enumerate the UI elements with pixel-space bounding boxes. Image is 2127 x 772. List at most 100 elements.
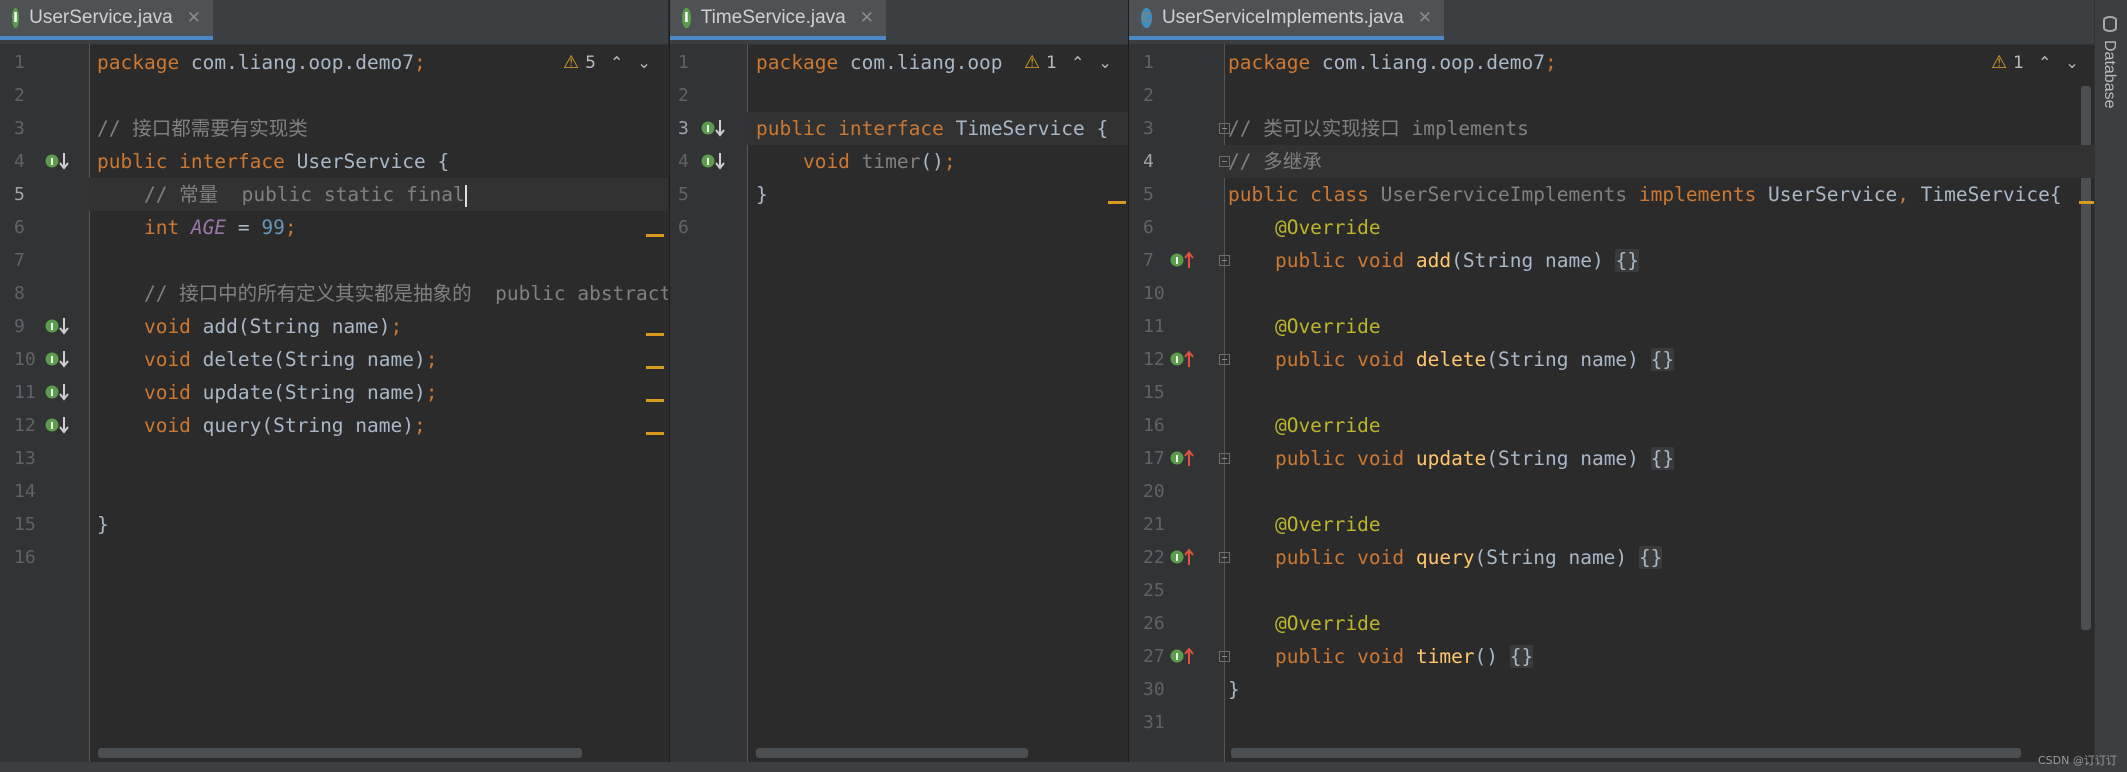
warning-stripe-mark[interactable]: [646, 333, 664, 336]
code-line[interactable]: public void update(String name) {}: [1228, 442, 1675, 475]
horizontal-scrollbar[interactable]: [1231, 748, 2021, 758]
database-tool-label[interactable]: Database: [2100, 40, 2118, 109]
override-icon[interactable]: I: [1169, 347, 1197, 371]
code-line[interactable]: // 类可以实现接口 implements: [1228, 112, 1529, 145]
code-line[interactable]: void add(String name);: [97, 310, 402, 343]
code-token: (String name): [1451, 249, 1616, 272]
close-icon[interactable]: ✕: [187, 8, 201, 28]
implemented-icon[interactable]: I: [44, 347, 72, 371]
warning-icon: ⚠: [1991, 52, 2008, 73]
warning-indicator[interactable]: ⚠ 1 ⌃ ⌄: [1024, 52, 1112, 73]
warning-stripe-mark[interactable]: [646, 399, 664, 402]
override-icon[interactable]: I: [1169, 644, 1197, 668]
chevron-down-icon[interactable]: ⌄: [1098, 53, 1111, 72]
code-line[interactable]: @Override: [1228, 508, 1381, 541]
code-token: public void: [1228, 447, 1416, 470]
warning-stripe-mark[interactable]: [646, 234, 664, 237]
implemented-icon[interactable]: I: [44, 314, 72, 338]
horizontal-scrollbar[interactable]: [756, 748, 1028, 758]
code-line[interactable]: public void timer() {}: [1228, 640, 1534, 673]
override-icon[interactable]: I: [1169, 545, 1197, 569]
code-line[interactable]: }: [756, 178, 768, 211]
database-icon[interactable]: [2103, 16, 2117, 32]
tab-timeservice[interactable]: I TimeService.java ✕: [670, 0, 886, 40]
code-line[interactable]: // 常量 public static final: [97, 178, 467, 211]
code-token: void: [97, 315, 203, 338]
editor-pane-userservice[interactable]: I UserService.java ✕ ⚠ 5 ⌃ ⌄ 1 package co…: [0, 0, 668, 772]
line-number: 5: [678, 184, 689, 205]
override-icon[interactable]: I: [1169, 446, 1197, 470]
warning-stripe-mark[interactable]: [2079, 201, 2095, 204]
code-line[interactable]: void update(String name);: [97, 376, 438, 409]
warning-stripe-mark[interactable]: [646, 432, 664, 435]
warning-stripe-mark[interactable]: [646, 366, 664, 369]
svg-text:I: I: [50, 157, 54, 168]
line-number: 16: [1143, 415, 1165, 436]
code-token: =: [226, 216, 262, 239]
chevron-up-icon[interactable]: ⌃: [1071, 53, 1084, 72]
code-line[interactable]: public interface TimeService {: [756, 112, 1108, 145]
code-line[interactable]: public void query(String name) {}: [1228, 541, 1663, 574]
line-number: 2: [1143, 85, 1154, 106]
implemented-icon[interactable]: I: [44, 380, 72, 404]
warning-indicator[interactable]: ⚠ 1 ⌃ ⌄: [1991, 52, 2079, 73]
code-token: void: [97, 381, 203, 404]
code-token: public void: [1228, 348, 1416, 371]
code-token: ,: [1897, 183, 1921, 206]
code-line[interactable]: // 接口中的所有定义其实都是抽象的 public abstract: [97, 277, 668, 310]
code-line[interactable]: @Override: [1228, 607, 1381, 640]
code-line[interactable]: // 接口都需要有实现类: [97, 112, 308, 145]
code-line[interactable]: int AGE = 99;: [97, 211, 297, 244]
editor-pane-timeservice[interactable]: I TimeService.java ✕ ⚠ 1 ⌃ ⌄ 1 package co…: [669, 0, 1128, 772]
code-line[interactable]: public void add(String name) {}: [1228, 244, 1639, 277]
implemented-icon[interactable]: I: [700, 116, 728, 140]
code-line[interactable]: public void delete(String name) {}: [1228, 343, 1675, 376]
code-token: }: [1228, 678, 1240, 701]
warning-indicator[interactable]: ⚠ 5 ⌃ ⌄: [563, 52, 651, 73]
chevron-down-icon[interactable]: ⌄: [637, 53, 650, 72]
code-line[interactable]: package com.liang.oop.demo7;: [1228, 46, 1557, 79]
code-token: ;: [425, 348, 438, 371]
implemented-icon[interactable]: I: [700, 149, 728, 173]
code-line[interactable]: @Override: [1228, 409, 1381, 442]
warning-stripe-mark[interactable]: [1108, 201, 1126, 204]
interface-icon: I: [12, 8, 20, 28]
code-line[interactable]: void timer();: [756, 145, 956, 178]
line-number: 2: [678, 85, 689, 106]
code-token: timer: [861, 150, 921, 173]
line-number: 15: [1143, 382, 1165, 403]
code-line[interactable]: @Override: [1228, 310, 1381, 343]
code-line[interactable]: void query(String name);: [97, 409, 426, 442]
code-line[interactable]: package com.liang.oop.demo7;: [97, 46, 426, 79]
close-icon[interactable]: ✕: [860, 8, 874, 28]
svg-text:I: I: [1175, 652, 1179, 663]
tab-userserviceimplements[interactable]: C UserServiceImplements.java ✕: [1129, 0, 1444, 40]
code-line[interactable]: }: [1228, 673, 1240, 706]
line-number: 30: [1143, 679, 1165, 700]
tab-label: TimeService.java: [700, 7, 846, 28]
chevron-down-icon[interactable]: ⌄: [2065, 53, 2078, 72]
code-line[interactable]: public interface UserService {: [97, 145, 449, 178]
tab-userservice[interactable]: I UserService.java ✕: [0, 0, 213, 40]
code-token: public interface: [756, 117, 956, 140]
code-token: UserService: [1768, 183, 1898, 206]
horizontal-scrollbar[interactable]: [98, 748, 582, 758]
override-icon[interactable]: I: [1169, 248, 1197, 272]
chevron-up-icon[interactable]: ⌃: [610, 53, 623, 72]
code-token: (String name): [1474, 546, 1639, 569]
implemented-icon[interactable]: I: [44, 149, 72, 173]
implemented-icon[interactable]: I: [44, 413, 72, 437]
line-number: 8: [14, 283, 25, 304]
code-line[interactable]: package com.liang.oop: [756, 46, 1003, 79]
line-number: 25: [1143, 580, 1165, 601]
code-line[interactable]: void delete(String name);: [97, 343, 438, 376]
watermark: CSDN @订订订: [2038, 754, 2117, 767]
code-line[interactable]: // 多继承: [1228, 145, 1322, 178]
code-line[interactable]: public class UserServiceImplements imple…: [1228, 178, 2062, 211]
code-line[interactable]: @Override: [1228, 211, 1381, 244]
chevron-up-icon[interactable]: ⌃: [2038, 53, 2051, 72]
code-line[interactable]: }: [97, 508, 109, 541]
editor-pane-userserviceimplements[interactable]: C UserServiceImplements.java ✕ ⚠ 1 ⌃ ⌄ 1…: [1128, 0, 2095, 772]
close-icon[interactable]: ✕: [1418, 8, 1432, 28]
warning-count: 1: [2013, 52, 2024, 73]
